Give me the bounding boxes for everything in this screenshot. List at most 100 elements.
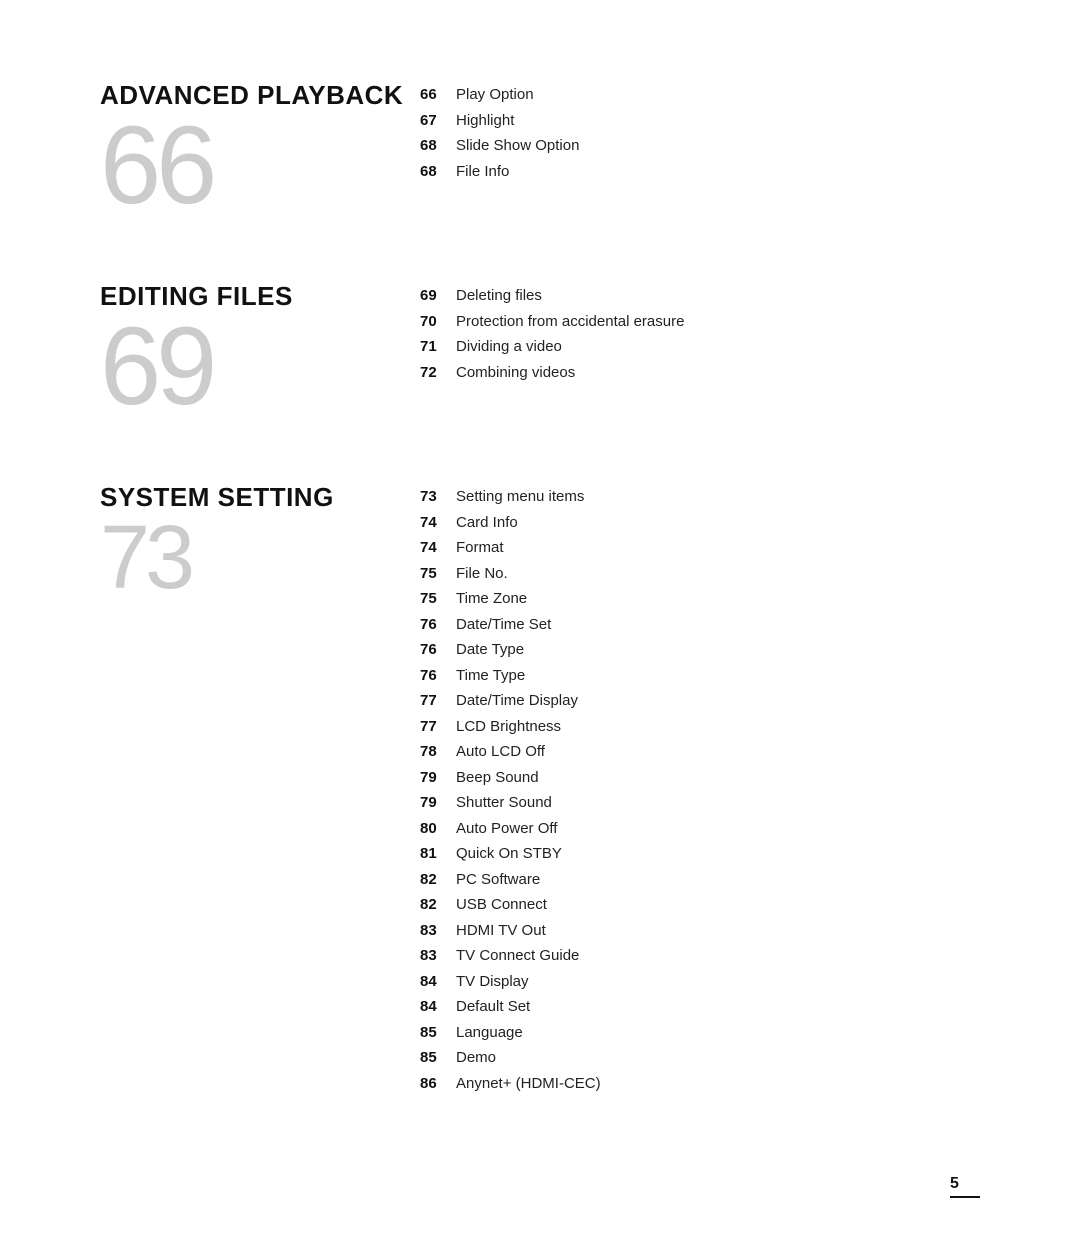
toc-entry: 72 Combining videos <box>420 362 980 385</box>
toc-entry: 83 TV Connect Guide <box>420 945 980 968</box>
toc-entry: 77 Date/Time Display <box>420 690 980 713</box>
toc-text: File Info <box>456 161 509 184</box>
toc-num: 86 <box>420 1075 456 1092</box>
toc-num: 79 <box>420 769 456 786</box>
toc-num: 67 <box>420 112 456 129</box>
toc-entry: 75 File No. <box>420 563 980 586</box>
toc-num: 71 <box>420 338 456 355</box>
toc-entry: 69 Deleting files <box>420 285 980 308</box>
toc-text: Anynet+ (HDMI-CEC) <box>456 1073 601 1096</box>
toc-text: Combining videos <box>456 362 575 385</box>
toc-text: Default Set <box>456 996 530 1019</box>
toc-num: 85 <box>420 1024 456 1041</box>
toc-num: 75 <box>420 590 456 607</box>
toc-text: Beep Sound <box>456 767 539 790</box>
toc-text: Auto LCD Off <box>456 741 545 764</box>
toc-text: Card Info <box>456 512 518 535</box>
toc-entry: 78 Auto LCD Off <box>420 741 980 764</box>
toc-text: PC Software <box>456 869 540 892</box>
toc-text: Setting menu items <box>456 486 584 509</box>
toc-num: 83 <box>420 947 456 964</box>
toc-text: Language <box>456 1022 523 1045</box>
toc-num: 79 <box>420 794 456 811</box>
toc-entry: 71 Dividing a video <box>420 336 980 359</box>
section-left-system-setting: SYSTEM SETTING 73 <box>100 482 420 603</box>
toc-num: 82 <box>420 896 456 913</box>
toc-text: Deleting files <box>456 285 542 308</box>
section-number-editing-files: 69 <box>100 312 212 422</box>
toc-text: Date/Time Display <box>456 690 578 713</box>
toc-text: Dividing a video <box>456 336 562 359</box>
toc-entry: 83 HDMI TV Out <box>420 920 980 943</box>
toc-text: Play Option <box>456 84 534 107</box>
toc-num: 74 <box>420 539 456 556</box>
section-left-editing-files: EDITING FILES 69 <box>100 281 420 422</box>
toc-text: LCD Brightness <box>456 716 561 739</box>
toc-entry: 85 Language <box>420 1022 980 1045</box>
toc-entry: 80 Auto Power Off <box>420 818 980 841</box>
toc-text: Date Type <box>456 639 524 662</box>
toc-text-slide-show-option: Slide Show Option <box>456 135 579 158</box>
section-number-advanced-playback: 66 <box>100 111 212 221</box>
toc-num: 74 <box>420 514 456 531</box>
toc-entry: 82 PC Software <box>420 869 980 892</box>
toc-num: 84 <box>420 973 456 990</box>
toc-text: Time Type <box>456 665 525 688</box>
toc-text: USB Connect <box>456 894 547 917</box>
toc-num: 85 <box>420 1049 456 1066</box>
toc-entry: 74 Card Info <box>420 512 980 535</box>
toc-num: 68 <box>420 137 456 154</box>
toc-entry: 86 Anynet+ (HDMI-CEC) <box>420 1073 980 1096</box>
section-system-setting: SYSTEM SETTING 73 73 Setting menu items … <box>100 482 980 1098</box>
section-right-editing-files: 69 Deleting files 70 Protection from acc… <box>420 281 980 387</box>
toc-entry: 82 USB Connect <box>420 894 980 917</box>
toc-text: Protection from accidental erasure <box>456 311 684 334</box>
toc-entry: 76 Date Type <box>420 639 980 662</box>
toc-num: 66 <box>420 86 456 103</box>
toc-num: 81 <box>420 845 456 862</box>
toc-num: 84 <box>420 998 456 1015</box>
toc-text: Highlight <box>456 110 514 133</box>
toc-entry: 79 Shutter Sound <box>420 792 980 815</box>
toc-entry: 84 Default Set <box>420 996 980 1019</box>
toc-entry: 76 Date/Time Set <box>420 614 980 637</box>
toc-num: 82 <box>420 871 456 888</box>
toc-num: 68 <box>420 163 456 180</box>
toc-entry: 85 Demo <box>420 1047 980 1070</box>
toc-text: Date/Time Set <box>456 614 551 637</box>
page-number: 5 <box>950 1175 980 1198</box>
toc-entry: 75 Time Zone <box>420 588 980 611</box>
toc-num: 76 <box>420 616 456 633</box>
toc-entry: 74 Format <box>420 537 980 560</box>
toc-num: 69 <box>420 287 456 304</box>
toc-text: Shutter Sound <box>456 792 552 815</box>
toc-entry: 81 Quick On STBY <box>420 843 980 866</box>
toc-entry: 68 Slide Show Option <box>420 135 980 158</box>
toc-text: TV Connect Guide <box>456 945 579 968</box>
toc-num: 78 <box>420 743 456 760</box>
toc-num: 83 <box>420 922 456 939</box>
toc-text: File No. <box>456 563 508 586</box>
toc-entry: 70 Protection from accidental erasure <box>420 311 980 334</box>
section-advanced-playback: ADVANCED PLAYBACK 66 66 Play Option 67 H… <box>100 80 980 221</box>
toc-entry: 76 Time Type <box>420 665 980 688</box>
toc-text: Quick On STBY <box>456 843 562 866</box>
toc-entry: 68 File Info <box>420 161 980 184</box>
section-right-advanced-playback: 66 Play Option 67 Highlight 68 Slide Sho… <box>420 80 980 186</box>
toc-num: 75 <box>420 565 456 582</box>
toc-text: HDMI TV Out <box>456 920 546 943</box>
toc-text: Time Zone <box>456 588 527 611</box>
section-right-system-setting: 73 Setting menu items 74 Card Info 74 Fo… <box>420 482 980 1098</box>
section-editing-files: EDITING FILES 69 69 Deleting files 70 Pr… <box>100 281 980 422</box>
toc-text: TV Display <box>456 971 529 994</box>
toc-entry: 77 LCD Brightness <box>420 716 980 739</box>
toc-num: 76 <box>420 641 456 658</box>
toc-entry: 79 Beep Sound <box>420 767 980 790</box>
section-number-system-setting: 73 <box>100 513 190 603</box>
toc-entry: 67 Highlight <box>420 110 980 133</box>
toc-num: 77 <box>420 692 456 709</box>
page-number-line <box>950 1196 980 1198</box>
toc-num: 73 <box>420 488 456 505</box>
toc-text: Auto Power Off <box>456 818 557 841</box>
page-number-value: 5 <box>950 1175 959 1192</box>
